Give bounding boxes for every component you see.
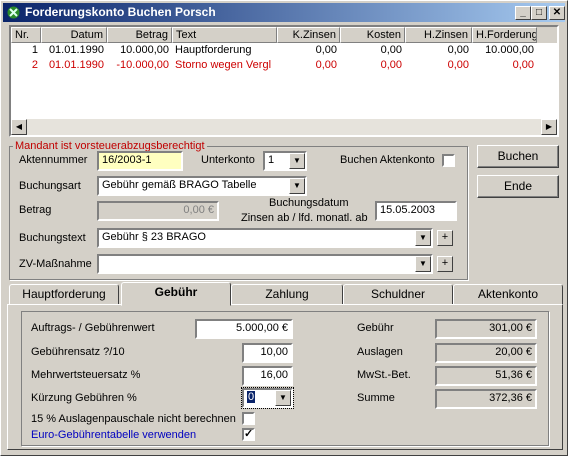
chevron-down-icon[interactable]: ▼ bbox=[289, 178, 305, 194]
table-row[interactable]: 2 01.01.1990 -10.000,00 Storno wegen Ver… bbox=[11, 59, 557, 73]
mwst-bet-label: MwSt.-Bet. bbox=[357, 369, 411, 381]
cell-text: Hauptforderung bbox=[175, 44, 252, 56]
mwst-bet-value: 51,36 € bbox=[435, 366, 537, 386]
buchungsart-label: Buchungsart bbox=[19, 180, 81, 192]
scroll-left-icon[interactable]: ◀ bbox=[11, 119, 27, 135]
kuerzung-select[interactable]: 0 ▼ bbox=[241, 387, 294, 409]
buchen-aktenkonto-checkbox[interactable] bbox=[442, 154, 455, 167]
auslagen-sum-label: Auslagen bbox=[357, 346, 403, 358]
euro-checkbox[interactable]: ✓ bbox=[242, 428, 255, 441]
horizontal-scrollbar[interactable]: ◀ ▶ bbox=[11, 119, 557, 135]
auftragswert-label: Auftrags- / Gebührenwert bbox=[31, 322, 155, 334]
unterkonto-label: Unterkonto bbox=[201, 154, 255, 166]
cell-hzinsen: 0,00 bbox=[447, 44, 469, 56]
cell-betrag: -10.000,00 bbox=[116, 59, 169, 71]
mwst-satz-input[interactable]: 16,00 bbox=[242, 366, 293, 386]
zv-label: ZV-Maßnahme bbox=[19, 258, 92, 270]
chevron-down-icon[interactable]: ▼ bbox=[415, 230, 431, 246]
tab-gebuehr[interactable]: Gebühr bbox=[121, 282, 231, 306]
tab-schuldner[interactable]: Schuldner bbox=[343, 284, 453, 306]
cell-kzinsen: 0,00 bbox=[315, 59, 337, 71]
table-header: Nr. Datum Betrag Text K.Zinsen Kosten H.… bbox=[11, 27, 557, 43]
betrag-label: Betrag bbox=[19, 204, 52, 216]
ende-button[interactable]: Ende bbox=[477, 175, 559, 198]
buchen-button[interactable]: Buchen bbox=[477, 145, 559, 168]
unterkonto-value: 1 bbox=[268, 154, 275, 166]
cell-nr: 2 bbox=[31, 59, 38, 71]
col-kosten[interactable]: Kosten bbox=[340, 27, 405, 43]
aktennummer-input[interactable]: 16/2003-1 bbox=[97, 151, 183, 171]
cell-nr: 1 bbox=[31, 44, 38, 56]
col-betrag[interactable]: Betrag bbox=[107, 27, 172, 43]
tab-zahlung[interactable]: Zahlung bbox=[231, 284, 343, 306]
col-nr[interactable]: Nr. bbox=[11, 27, 41, 43]
cell-kosten: 0,00 bbox=[380, 59, 402, 71]
buchungsart-value: Gebühr gemäß BRAGO Tabelle bbox=[102, 179, 257, 191]
buchungstext-select[interactable]: Gebühr § 23 BRAGO ▼ bbox=[97, 228, 433, 248]
cell-hforderung: 10.000,00 bbox=[485, 44, 534, 56]
mwst-satz-label: Mehrwertsteuersatz % bbox=[31, 369, 141, 381]
zv-select[interactable]: ▼ bbox=[97, 254, 433, 274]
scroll-right-icon[interactable]: ▶ bbox=[541, 119, 557, 135]
tab-hauptforderung[interactable]: Hauptforderung bbox=[9, 284, 119, 306]
auslagen-sum-value: 20,00 € bbox=[435, 343, 537, 363]
app-icon bbox=[7, 6, 20, 19]
col-kzinsen[interactable]: K.Zinsen bbox=[277, 27, 340, 43]
cell-datum: 01.01.1990 bbox=[48, 59, 104, 71]
add-zv-button[interactable]: + bbox=[437, 256, 453, 272]
gebuehr-sum-label: Gebühr bbox=[357, 322, 394, 334]
summe-value: 372,36 € bbox=[435, 389, 537, 409]
kuerzung-label: Kürzung Gebühren % bbox=[31, 392, 137, 404]
col-text[interactable]: Text bbox=[172, 27, 277, 43]
chevron-down-icon[interactable]: ▼ bbox=[415, 256, 431, 272]
cell-betrag: 10.000,00 bbox=[120, 44, 169, 56]
euro-label: Euro-Gebührentabelle verwenden bbox=[31, 429, 197, 441]
kuerzung-value: 0 bbox=[247, 391, 256, 403]
gebuehr-sum-value: 301,00 € bbox=[435, 319, 537, 339]
add-buchungstext-button[interactable]: + bbox=[437, 230, 453, 246]
cell-hzinsen: 0,00 bbox=[447, 59, 469, 71]
title-bar: Forderungskonto Buchen Porsch _ □ ✕ bbox=[3, 3, 565, 22]
chevron-down-icon[interactable]: ▼ bbox=[289, 153, 305, 169]
buchungsart-select[interactable]: Gebühr gemäß BRAGO Tabelle ▼ bbox=[97, 176, 307, 196]
maximize-button[interactable]: □ bbox=[531, 6, 547, 20]
aktennummer-label: Aktennummer bbox=[19, 154, 88, 166]
cell-hforderung: 0,00 bbox=[512, 59, 534, 71]
col-hzinsen[interactable]: H.Zinsen bbox=[405, 27, 472, 43]
summe-label: Summe bbox=[357, 392, 395, 404]
auftragswert-input[interactable]: 5.000,00 € bbox=[195, 319, 293, 339]
app-window: Forderungskonto Buchen Porsch _ □ ✕ Nr. … bbox=[0, 0, 568, 456]
gebuehrensatz-label: Gebührensatz ?/10 bbox=[31, 346, 125, 358]
col-hforderung[interactable]: H.Forderung bbox=[472, 27, 537, 43]
tab-aktenkonto[interactable]: Aktenkonto bbox=[453, 284, 563, 306]
bookings-table[interactable]: Nr. Datum Betrag Text K.Zinsen Kosten H.… bbox=[9, 25, 559, 137]
unterkonto-select[interactable]: 1 ▼ bbox=[263, 151, 307, 171]
cell-kzinsen: 0,00 bbox=[315, 44, 337, 56]
auslagen-checkbox[interactable] bbox=[242, 412, 255, 425]
buchungsdatum-input[interactable]: 15.05.2003 bbox=[375, 201, 457, 221]
buchungsdatum-label: Buchungsdatum bbox=[269, 197, 349, 209]
betrag-input[interactable]: 0,00 € bbox=[97, 201, 219, 221]
zinsen-ab-label: Zinsen ab / lfd. monatl. ab bbox=[241, 212, 368, 224]
cell-datum: 01.01.1990 bbox=[48, 44, 104, 56]
cell-text: Storno wegen Vergl bbox=[175, 59, 272, 71]
cell-kosten: 0,00 bbox=[380, 44, 402, 56]
buchen-aktenkonto-label: Buchen Aktenkonto bbox=[340, 154, 435, 166]
buchungstext-value: Gebühr § 23 BRAGO bbox=[102, 231, 206, 243]
auslagen-label: 15 % Auslagenpauschale nicht berechnen bbox=[31, 413, 236, 425]
close-button[interactable]: ✕ bbox=[549, 6, 565, 20]
chevron-down-icon[interactable]: ▼ bbox=[275, 390, 291, 406]
window-title: Forderungskonto Buchen Porsch bbox=[25, 5, 216, 19]
table-row[interactable]: 1 01.01.1990 10.000,00 Hauptforderung 0,… bbox=[11, 44, 557, 58]
col-datum[interactable]: Datum bbox=[41, 27, 107, 43]
gebuehrensatz-input[interactable]: 10,00 bbox=[242, 343, 293, 363]
minimize-button[interactable]: _ bbox=[515, 6, 531, 20]
buchungstext-label: Buchungstext bbox=[19, 232, 86, 244]
